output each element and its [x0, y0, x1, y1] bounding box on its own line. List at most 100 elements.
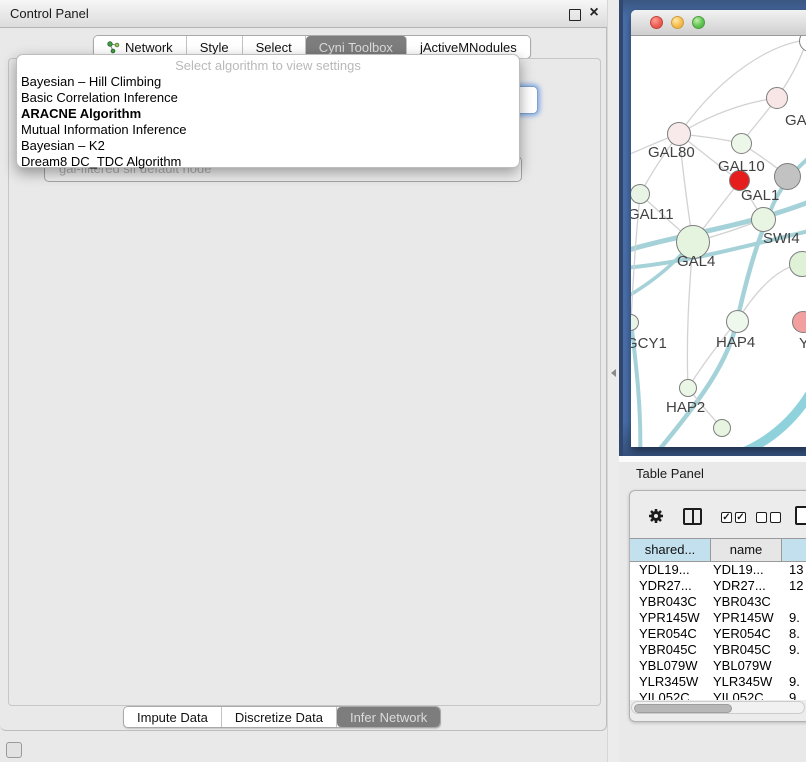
cell: YBR043C: [630, 594, 711, 610]
cell: YBL079W: [711, 658, 782, 674]
close-icon[interactable]: ×: [587, 6, 601, 20]
table-row[interactable]: YBR043CYBR043C: [630, 594, 806, 610]
node-label: SWI4: [763, 230, 800, 247]
graph-node-hap2[interactable]: [679, 379, 697, 397]
column-header-shared[interactable]: shared...: [630, 539, 711, 561]
node-label: GAL10: [718, 158, 765, 175]
tab-label: jActiveMNodules: [420, 40, 517, 55]
graph-node-hap4[interactable]: [726, 310, 749, 333]
bottom-tabbar: Impute Data Discretize Data Infer Networ…: [123, 706, 441, 728]
tab-label: Infer Network: [350, 710, 427, 725]
node-label: GAL1: [741, 187, 779, 204]
cell: YIL052C: [711, 690, 782, 700]
table-header-row: shared... name: [630, 538, 806, 562]
tab-impute-data[interactable]: Impute Data: [124, 707, 222, 727]
collapsed-panel-icon[interactable]: [6, 742, 22, 758]
cell: YDR27...: [630, 578, 711, 594]
cell: 9.: [782, 642, 806, 658]
checked-box-icon[interactable]: ✓: [721, 512, 732, 523]
column-header-partial[interactable]: [782, 539, 806, 561]
dropdown-item-selected[interactable]: ARACNE Algorithm: [17, 106, 519, 122]
screen: { "control_panel": { "title": "Control P…: [0, 0, 806, 762]
cell: YER054C: [630, 626, 711, 642]
graph-node-gal11[interactable]: [631, 184, 650, 204]
cell: YBR045C: [711, 642, 782, 658]
dropdown-prompt: Select algorithm to view settings: [17, 58, 519, 74]
table-row[interactable]: YBR045CYBR045C9.: [630, 642, 806, 658]
tab-discretize-data[interactable]: Discretize Data: [222, 707, 337, 727]
table-row[interactable]: YBL079WYBL079W: [630, 658, 806, 674]
unchecked-box-icon[interactable]: [770, 512, 781, 523]
panel-title: Control Panel: [10, 6, 89, 21]
graph-node-gray[interactable]: [774, 163, 801, 190]
tab-label: Network: [125, 40, 173, 55]
document-icon[interactable]: [795, 506, 806, 525]
minimize-traffic-light-icon[interactable]: [671, 16, 684, 29]
cell: YLR345W: [711, 674, 782, 690]
table-panel-title: Table Panel: [636, 466, 704, 481]
graph-node-swi4[interactable]: [751, 207, 776, 232]
tab-infer-network[interactable]: Infer Network: [337, 707, 440, 727]
dropdown-item[interactable]: Bayesian – K2: [17, 138, 519, 154]
cell: 9.: [782, 674, 806, 690]
cell: YIL052C: [630, 690, 711, 700]
table-row[interactable]: YER054CYER054C8.: [630, 626, 806, 642]
graph-node[interactable]: [713, 419, 731, 437]
control-panel-titlebar: Control Panel ×: [0, 0, 607, 28]
tab-label: Style: [200, 40, 229, 55]
graph-node-gal10[interactable]: [731, 133, 752, 154]
cell: [782, 594, 806, 610]
cell: YER054C: [711, 626, 782, 642]
table-row[interactable]: YIL052CYIL052C9.: [630, 690, 806, 700]
cell: 9.: [782, 610, 806, 626]
cell: [782, 658, 806, 674]
cell: YLR345W: [630, 674, 711, 690]
node-label: GAL80: [648, 144, 695, 161]
node-label: GCY1: [631, 335, 667, 352]
table-row[interactable]: YPR145WYPR145W9.: [630, 610, 806, 626]
scrollbar-thumb[interactable]: [634, 704, 732, 713]
node-label: HAP2: [666, 399, 705, 416]
tab-label: Select: [256, 40, 292, 55]
network-canvas[interactable]: GAL GAL80 GAL10 GAL1 GAL11 SWI4 GAL4 GCY…: [631, 36, 806, 447]
cell: YPR145W: [630, 610, 711, 626]
table-row[interactable]: YDL19...YDL19...13: [630, 562, 806, 578]
dropdown-item[interactable]: Dream8 DC_TDC Algorithm: [17, 154, 519, 170]
cell: YBL079W: [630, 658, 711, 674]
cell: YDL19...: [630, 562, 711, 578]
dropdown-item[interactable]: Basic Correlation Inference: [17, 90, 519, 106]
cell: 9.: [782, 690, 806, 700]
check-glyph: ✓: [736, 512, 744, 523]
graph-node-gal80[interactable]: [667, 122, 691, 146]
settings-gear-icon[interactable]: [648, 508, 664, 524]
unchecked-box-icon[interactable]: [756, 512, 767, 523]
graph-node[interactable]: [766, 87, 788, 109]
node-label: GAL: [785, 112, 806, 129]
cell: YBR045C: [630, 642, 711, 658]
checked-box-icon[interactable]: ✓: [735, 512, 746, 523]
float-window-icon[interactable]: [569, 9, 581, 21]
tab-label: Impute Data: [137, 710, 208, 725]
table-columns-icon[interactable]: [683, 508, 702, 525]
node-label: GAL4: [677, 253, 715, 270]
cell: 12: [782, 578, 806, 594]
control-panel-window: Control Panel × Network Style Select Cyn…: [0, 0, 607, 731]
column-header-name[interactable]: name: [711, 539, 782, 561]
tab-label: Cyni Toolbox: [319, 40, 393, 55]
tab-label: Discretize Data: [235, 710, 323, 725]
table-horizontal-scrollbar[interactable]: [631, 701, 805, 714]
cell: 8.: [782, 626, 806, 642]
close-traffic-light-icon[interactable]: [650, 16, 663, 29]
cell: 13: [782, 562, 806, 578]
node-label: GAL11: [631, 206, 674, 223]
table-row[interactable]: YDR27...YDR27...12: [630, 578, 806, 594]
dropdown-item[interactable]: Bayesian – Hill Climbing: [17, 74, 519, 90]
table-row[interactable]: YLR345WYLR345W9.: [630, 674, 806, 690]
dropdown-item[interactable]: Mutual Information Inference: [17, 122, 519, 138]
divider-collapse-icon[interactable]: [611, 369, 616, 377]
algorithm-dropdown-popup: Select algorithm to view settings Bayesi…: [16, 54, 520, 168]
table-body[interactable]: YDL19...YDL19...13 YDR27...YDR27...12 YB…: [630, 562, 806, 700]
cell: YDR27...: [711, 578, 782, 594]
node-label: HAP4: [716, 334, 755, 351]
zoom-traffic-light-icon[interactable]: [692, 16, 705, 29]
